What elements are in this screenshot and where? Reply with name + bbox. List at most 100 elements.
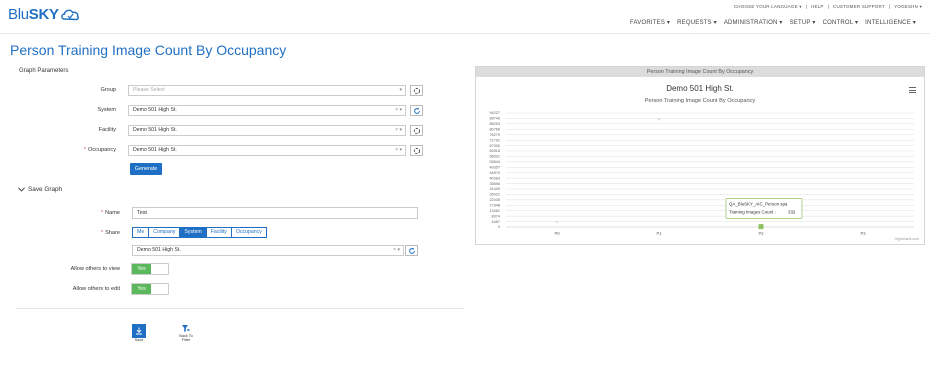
facility-label: Facility xyxy=(98,127,116,133)
y-tick-label: 35896 xyxy=(489,182,500,186)
spinner-icon xyxy=(413,147,420,154)
y-tick-label: 53844 xyxy=(489,160,500,164)
name-label: * Name xyxy=(100,210,120,216)
clear-chevron-icon: × ▾ xyxy=(395,147,402,153)
system-refresh-button[interactable] xyxy=(410,105,423,116)
chart-plot: 04487 897413461 179482243526922 3140935896 4… xyxy=(489,111,914,236)
chevron-down-icon: ▾ xyxy=(399,87,402,93)
y-tick-label: 62818 xyxy=(489,149,500,153)
share-options: Me Company System Facility Occupancy xyxy=(132,227,267,238)
blusky-logo[interactable]: Blu SKY xyxy=(8,5,80,23)
y-tick-label: 31409 xyxy=(489,187,500,191)
allow-view-toggle[interactable]: Yes xyxy=(131,263,169,275)
chart-panel: Person Training Image Count By Occupancy… xyxy=(475,66,925,245)
data-point xyxy=(556,221,558,223)
nav-item[interactable]: ADMINISTRATION ▾ xyxy=(724,19,783,26)
occupancy-reset-button[interactable] xyxy=(410,145,423,156)
separator: | xyxy=(805,4,808,9)
y-tick-label: 85253 xyxy=(489,122,500,126)
group-reset-button[interactable] xyxy=(410,85,423,96)
share-refresh-button[interactable] xyxy=(405,245,418,256)
main-navigation: FAVORITES ▾ REQUESTS ▾ ADMINISTRATION ▾ SET… xyxy=(630,19,916,26)
y-tick-label: 26922 xyxy=(489,193,500,197)
refresh-icon xyxy=(408,247,415,254)
util-link[interactable]: HELP xyxy=(811,4,824,10)
chart-panel-header: Person Training Image Count By Occupancy xyxy=(476,67,924,77)
share-option[interactable]: Me xyxy=(132,227,150,238)
allow-edit-toggle[interactable]: Yes xyxy=(131,283,169,295)
share-target-select[interactable]: Demo 501 High St. × ▾ xyxy=(132,245,404,256)
divider xyxy=(16,308,464,309)
nav-item[interactable]: REQUESTS ▾ xyxy=(677,19,717,26)
share-option[interactable]: Company xyxy=(148,227,181,238)
separator: | xyxy=(888,4,891,9)
nav-item[interactable]: CONTROL ▾ xyxy=(823,19,859,26)
facility-value: Demo 501 High St. xyxy=(133,127,177,133)
y-tick-label: 17948 xyxy=(489,203,500,207)
allow-edit-label: Allow others to edit xyxy=(72,286,120,292)
tooltip-label: Training Images Count : xyxy=(729,210,776,215)
data-point-highlighted xyxy=(758,224,764,230)
tooltip-title: QA_BluSKY_AIC_Person spa xyxy=(729,202,788,207)
y-tick-label: 89740 xyxy=(489,117,500,121)
utility-links: CHOOSE YOUR LANGUAGE ▾ | HELP | CUSTOMER SUP… xyxy=(734,4,922,10)
nav-item[interactable]: INTELLIGENCE ▾ xyxy=(865,19,916,26)
system-label: System xyxy=(97,107,116,113)
spinner-icon xyxy=(413,87,420,94)
x-tick-label: P3 xyxy=(860,231,866,236)
back-to-filter-action[interactable]: Back To Filter xyxy=(176,324,196,342)
save-graph-label: Save Graph xyxy=(28,186,63,193)
occupancy-select[interactable]: Demo 501 High St. × ▾ xyxy=(128,145,406,156)
group-select[interactable]: Please Select ▾ xyxy=(128,85,406,96)
group-label: Group xyxy=(100,87,116,93)
save-graph-toggle[interactable]: Save Graph xyxy=(18,186,62,193)
clear-chevron-icon: × ▾ xyxy=(395,107,402,113)
clear-chevron-icon: × ▾ xyxy=(393,247,400,253)
name-input[interactable]: Test xyxy=(132,207,418,219)
x-tick-label: P1 xyxy=(656,231,662,236)
filter-icon xyxy=(182,325,190,332)
y-tick-label: 80766 xyxy=(489,127,500,131)
share-option[interactable]: System xyxy=(179,227,207,238)
generate-button[interactable]: Generate xyxy=(130,163,162,175)
chart-credits: Highcharts.com xyxy=(894,237,919,241)
x-tick-label: P2 xyxy=(758,231,764,236)
data-point xyxy=(658,118,660,121)
util-link[interactable]: CUSTOMER SUPPORT xyxy=(833,4,885,10)
y-tick-label: 4487 xyxy=(492,220,500,224)
facility-reset-button[interactable] xyxy=(410,125,423,136)
y-tick-label: 44870 xyxy=(489,171,500,175)
save-action-label: Save xyxy=(134,338,144,342)
share-target-value: Demo 501 High St. xyxy=(137,247,181,253)
save-action[interactable]: Save xyxy=(129,324,149,342)
separator: | xyxy=(827,4,829,9)
y-tick-label: 22435 xyxy=(489,198,500,202)
toggle-on-label: Yes xyxy=(132,264,151,274)
allow-view-label: Allow others to view xyxy=(70,266,120,272)
refresh-icon xyxy=(413,107,420,114)
y-tick-label: 13461 xyxy=(489,209,500,213)
y-tick-label: 8974 xyxy=(492,214,500,218)
util-link[interactable]: YOGESHN ▾ xyxy=(894,4,922,10)
share-option[interactable]: Occupancy xyxy=(230,227,267,238)
spinner-icon xyxy=(413,127,420,134)
toggle-on-label: Yes xyxy=(132,284,151,294)
occupancy-value: Demo 501 High St. xyxy=(133,147,177,153)
logo-text-sky: SKY xyxy=(28,5,59,23)
y-tick-label: 76279 xyxy=(489,133,500,137)
y-tick-label: 49357 xyxy=(489,165,500,169)
back-label-line2: Filter xyxy=(181,338,191,342)
x-tick-label: P0 xyxy=(554,231,560,236)
cloud-icon xyxy=(60,9,79,20)
util-link[interactable]: CHOOSE YOUR LANGUAGE ▾ xyxy=(734,4,802,10)
share-option[interactable]: Facility xyxy=(205,227,232,238)
nav-item[interactable]: FAVORITES ▾ xyxy=(630,19,670,26)
system-select[interactable]: Demo 501 High St. × ▾ xyxy=(128,105,406,116)
graph-parameters-heading: Graph Parameters xyxy=(19,68,69,74)
chevron-down-icon xyxy=(18,187,25,192)
y-tick-label: 67305 xyxy=(489,144,500,148)
required-mark: * xyxy=(83,147,87,153)
nav-item[interactable]: SETUP ▾ xyxy=(790,19,816,26)
share-label: * Share xyxy=(100,230,120,236)
facility-select[interactable]: Demo 501 High St. × ▾ xyxy=(128,125,406,136)
